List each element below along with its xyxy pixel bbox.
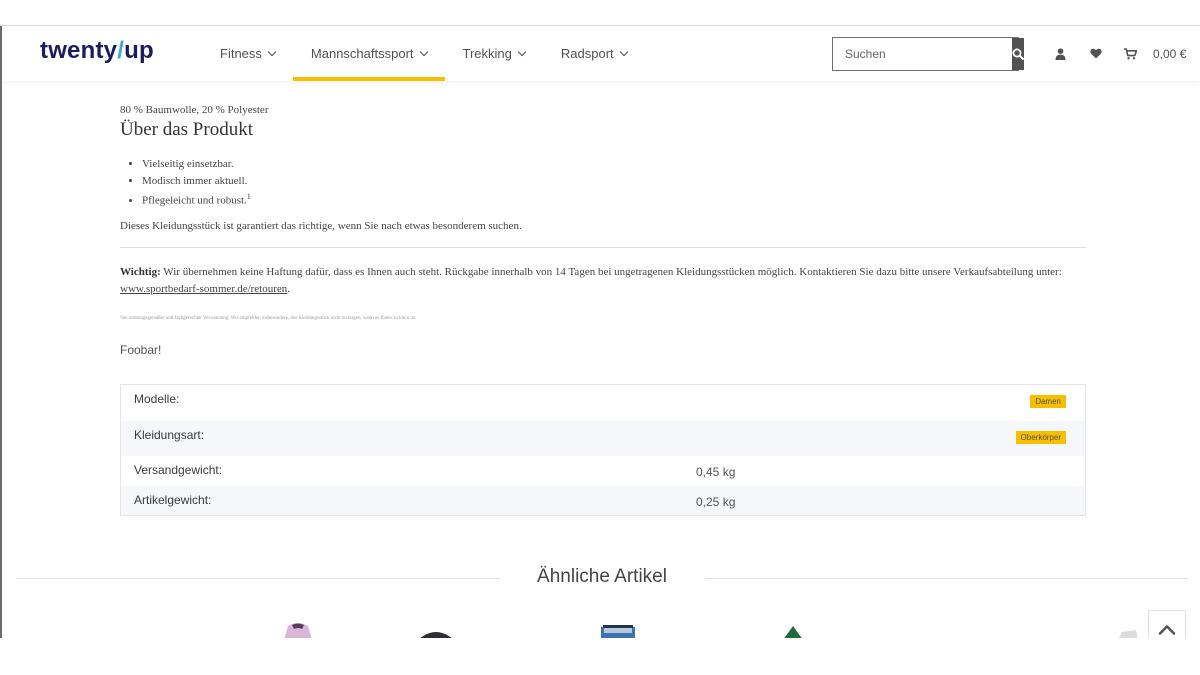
search-input[interactable] [833, 38, 1012, 70]
returns-link[interactable]: www.sportbedarf-sommer.de/retouren [120, 283, 287, 295]
logo-text-right: up [124, 37, 154, 64]
foobar-text: Foobar! [120, 343, 162, 357]
heart-icon [1090, 48, 1102, 59]
attributes-table: Modelle: Damen Kleidungsart: Oberkörper … [120, 384, 1086, 516]
list-item: Vielseitig einsetzbar. [142, 156, 251, 173]
logo[interactable]: twenty/up [40, 37, 154, 65]
browser-bottom-band [0, 638, 1200, 675]
product-thumbnail[interactable] [782, 626, 804, 638]
attribute-key: Artikelgewicht: [134, 493, 212, 507]
warning-notice: Wichtig: Wir übernehmen keine Haftung da… [120, 266, 1062, 295]
user-icon [1055, 47, 1065, 60]
browser-top-band [0, 0, 1200, 26]
attribute-value: 0,25 kg [696, 495, 736, 509]
cart-amount: 0,00 € [1153, 46, 1187, 61]
site-header: twenty/up Fitness Mannschaftssport Trekk… [2, 26, 1200, 81]
footnote-mark: 1 [246, 192, 251, 201]
search-box [832, 37, 1024, 71]
wishlist-button[interactable] [1078, 26, 1114, 81]
logo-text-left: twenty [40, 37, 118, 64]
account-button[interactable] [1042, 26, 1078, 81]
nav-label: Trekking [462, 46, 512, 61]
attribute-key: Versandgewicht: [134, 463, 223, 477]
chevron-down-icon [267, 47, 277, 56]
divider [120, 247, 1086, 248]
divider [706, 578, 1188, 579]
product-thumbnail[interactable] [280, 622, 316, 638]
feature-list: Vielseitig einsetzbar. Modisch immer akt… [142, 156, 251, 207]
similar-articles-heading-row: Ähnliche Artikel [16, 564, 1188, 592]
cart-icon [1124, 47, 1137, 59]
search-icon [1012, 48, 1024, 60]
chevron-down-icon [517, 47, 527, 56]
footnote-text: ¹bei ordnungsgemäßer und fachgerechter V… [120, 316, 417, 321]
nav-label: Radsport [560, 46, 614, 61]
product-thumbnail[interactable] [1116, 630, 1140, 638]
table-row: Kleidungsart: Oberkörper [121, 421, 1085, 456]
table-row: Modelle: Damen [121, 385, 1085, 421]
product-thumbnail[interactable] [416, 628, 456, 638]
product-description-text: Dieses Kleidungsstück ist garantiert das… [120, 220, 522, 232]
attribute-value: 0,45 kg [696, 465, 736, 479]
page-viewport: twenty/up Fitness Mannschaftssport Trekk… [0, 26, 1200, 638]
main-nav: Fitness Mannschaftssport Trekking Radspo… [202, 26, 645, 81]
nav-item-radsport[interactable]: Radsport [543, 26, 645, 81]
scroll-to-top-button[interactable] [1148, 610, 1186, 638]
attribute-key: Kleidungsart: [134, 428, 205, 442]
chevron-up-icon [1158, 624, 1176, 635]
attribute-badge[interactable]: Damen [1030, 395, 1066, 408]
nav-item-fitness[interactable]: Fitness [202, 26, 293, 81]
cart-button[interactable]: 0,00 € [1114, 26, 1186, 81]
table-row: Artikelgewicht: 0,25 kg [121, 486, 1085, 515]
nav-item-mannschaftssport[interactable]: Mannschaftssport [292, 26, 445, 81]
attribute-key: Modelle: [134, 392, 180, 406]
chevron-down-icon [619, 47, 628, 56]
nav-label: Fitness [220, 46, 262, 61]
similar-articles-carousel [2, 621, 1200, 638]
warning-label: Wichtig: [120, 266, 161, 278]
search-button[interactable] [1012, 38, 1024, 70]
header-actions: 0,00 € [1042, 26, 1186, 81]
similar-articles-heading: Ähnliche Artikel [537, 566, 667, 587]
list-item: Modisch immer aktuell. [142, 173, 251, 190]
chevron-down-icon [419, 47, 428, 56]
attribute-badge[interactable]: Oberkörper [1015, 431, 1066, 444]
material-value: 80 % Baumwolle, 20 % Polyester [120, 104, 269, 116]
warning-text: Wir übernehmen keine Haftung dafür, dass… [160, 266, 1062, 278]
product-thumbnail[interactable] [598, 625, 638, 638]
table-row: Versandgewicht: 0,45 kg [121, 456, 1085, 486]
nav-label: Mannschaftssport [310, 46, 414, 61]
nav-item-trekking[interactable]: Trekking [445, 26, 543, 81]
list-item: Pflegeleicht und robust.1 [142, 189, 251, 207]
about-product-heading: Über das Produkt [120, 119, 253, 140]
